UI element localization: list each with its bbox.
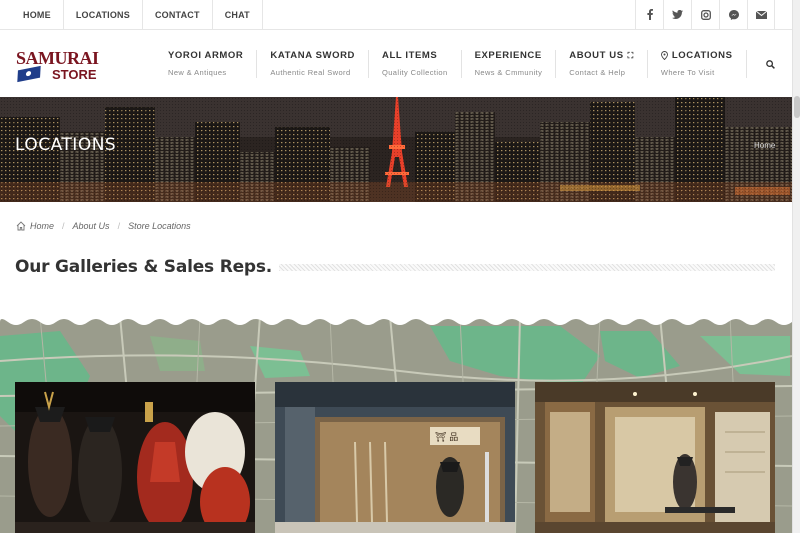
menu-item-title: ABOUT US ⛶ xyxy=(569,50,634,61)
menu-item-katana-sword[interactable]: KATANA SWORD Authentic Real Sword xyxy=(257,50,369,78)
page-heading: Our Galleries & Sales Reps. xyxy=(15,257,273,277)
search-icon xyxy=(765,59,775,69)
menu-item-experience[interactable]: EXPERIENCE News & Cmmunity xyxy=(462,50,557,78)
hero-title: LOCATIONS xyxy=(15,135,117,155)
breadcrumb-about-us[interactable]: About Us xyxy=(73,221,110,231)
breadcrumb-store-locations: Store Locations xyxy=(128,221,191,231)
breadcrumb-home[interactable]: Home xyxy=(30,221,54,231)
menu-item-subtitle: Contact & Help xyxy=(569,68,626,77)
menu-item-title: KATANA SWORD xyxy=(270,50,355,61)
menu-item-subtitle: Authentic Real Sword xyxy=(270,68,351,77)
gallery-card-storefront[interactable]: ⛩ 品 xyxy=(275,382,515,533)
samurai-armor-display-image xyxy=(15,382,255,533)
breadcrumb: Home / About Us / Store Locations xyxy=(16,221,191,231)
menu-item-subtitle: Quality Collection xyxy=(382,68,448,77)
menu-item-title: ALL ITEMS xyxy=(382,50,438,61)
mail-icon[interactable] xyxy=(747,0,775,30)
menu-item-title-text: LOCATIONS xyxy=(671,50,733,61)
menu-item-subtitle: News & Cmmunity xyxy=(474,68,543,77)
gallery-card-interior[interactable] xyxy=(535,382,775,533)
samurai-store-logo[interactable]: SAMURAI STORE xyxy=(16,48,106,86)
instagram-icon[interactable] xyxy=(691,0,719,30)
menu-item-locations[interactable]: LOCATIONS Where To Visit xyxy=(648,50,747,78)
menu-item-all-items[interactable]: ALL ITEMS Quality Collection xyxy=(369,50,462,78)
messenger-icon[interactable] xyxy=(719,0,747,30)
scrollbar-thumb[interactable] xyxy=(794,96,800,118)
tokyo-night-skyline-image xyxy=(0,97,792,202)
top-nav-home[interactable]: HOME xyxy=(0,0,64,30)
top-nav-chat[interactable]: CHAT xyxy=(213,0,263,30)
search-button[interactable] xyxy=(758,50,782,78)
map-pin-icon xyxy=(660,51,668,60)
logo-line-1: SAMURAI xyxy=(16,48,99,68)
main-menu: YOROI ARMOR New & Antiques KATANA SWORD … xyxy=(155,50,747,78)
menu-item-about-us[interactable]: ABOUT US ⛶ Contact & Help xyxy=(556,50,648,78)
menu-item-title: EXPERIENCE xyxy=(474,50,542,61)
twitter-icon[interactable] xyxy=(663,0,691,30)
top-nav-contact[interactable]: CONTACT xyxy=(143,0,213,30)
gallery-card-armor[interactable] xyxy=(15,382,255,533)
hero-banner: LOCATIONS Home xyxy=(0,97,792,202)
menu-item-subtitle: New & Antiques xyxy=(168,68,227,77)
social-links xyxy=(635,0,792,30)
expand-icon: ⛶ xyxy=(627,50,634,60)
top-nav-locations[interactable]: LOCATIONS xyxy=(64,0,143,30)
svg-text:⛩ 品: ⛩ 品 xyxy=(435,432,458,443)
facebook-icon[interactable] xyxy=(635,0,663,30)
breadcrumb-separator: / xyxy=(117,221,121,231)
main-header: SAMURAI STORE YOROI ARMOR New & Antiques… xyxy=(0,30,792,97)
menu-item-title: YOROI ARMOR xyxy=(168,50,244,61)
heading-divider xyxy=(279,264,775,271)
breadcrumb-separator: / xyxy=(62,221,65,231)
map-section: ⛩ 品 xyxy=(0,316,792,533)
menu-item-subtitle: Where To Visit xyxy=(660,68,715,77)
store-window-display-image: ⛩ 品 xyxy=(275,382,515,533)
top-bar: HOME LOCATIONS CONTACT CHAT xyxy=(0,0,792,30)
hero-breadcrumb-home[interactable]: Home xyxy=(754,141,775,150)
menu-item-title-text: ABOUT US xyxy=(569,50,624,61)
home-icon xyxy=(16,221,26,231)
menu-item-title: LOCATIONS xyxy=(660,50,733,61)
menu-item-yoroi-armor[interactable]: YOROI ARMOR New & Antiques xyxy=(155,50,258,78)
page-scrollbar[interactable] xyxy=(792,0,800,533)
logo-line-2: STORE xyxy=(52,67,97,82)
gallery-interior-image xyxy=(535,382,775,533)
top-nav: HOME LOCATIONS CONTACT CHAT xyxy=(0,0,263,30)
